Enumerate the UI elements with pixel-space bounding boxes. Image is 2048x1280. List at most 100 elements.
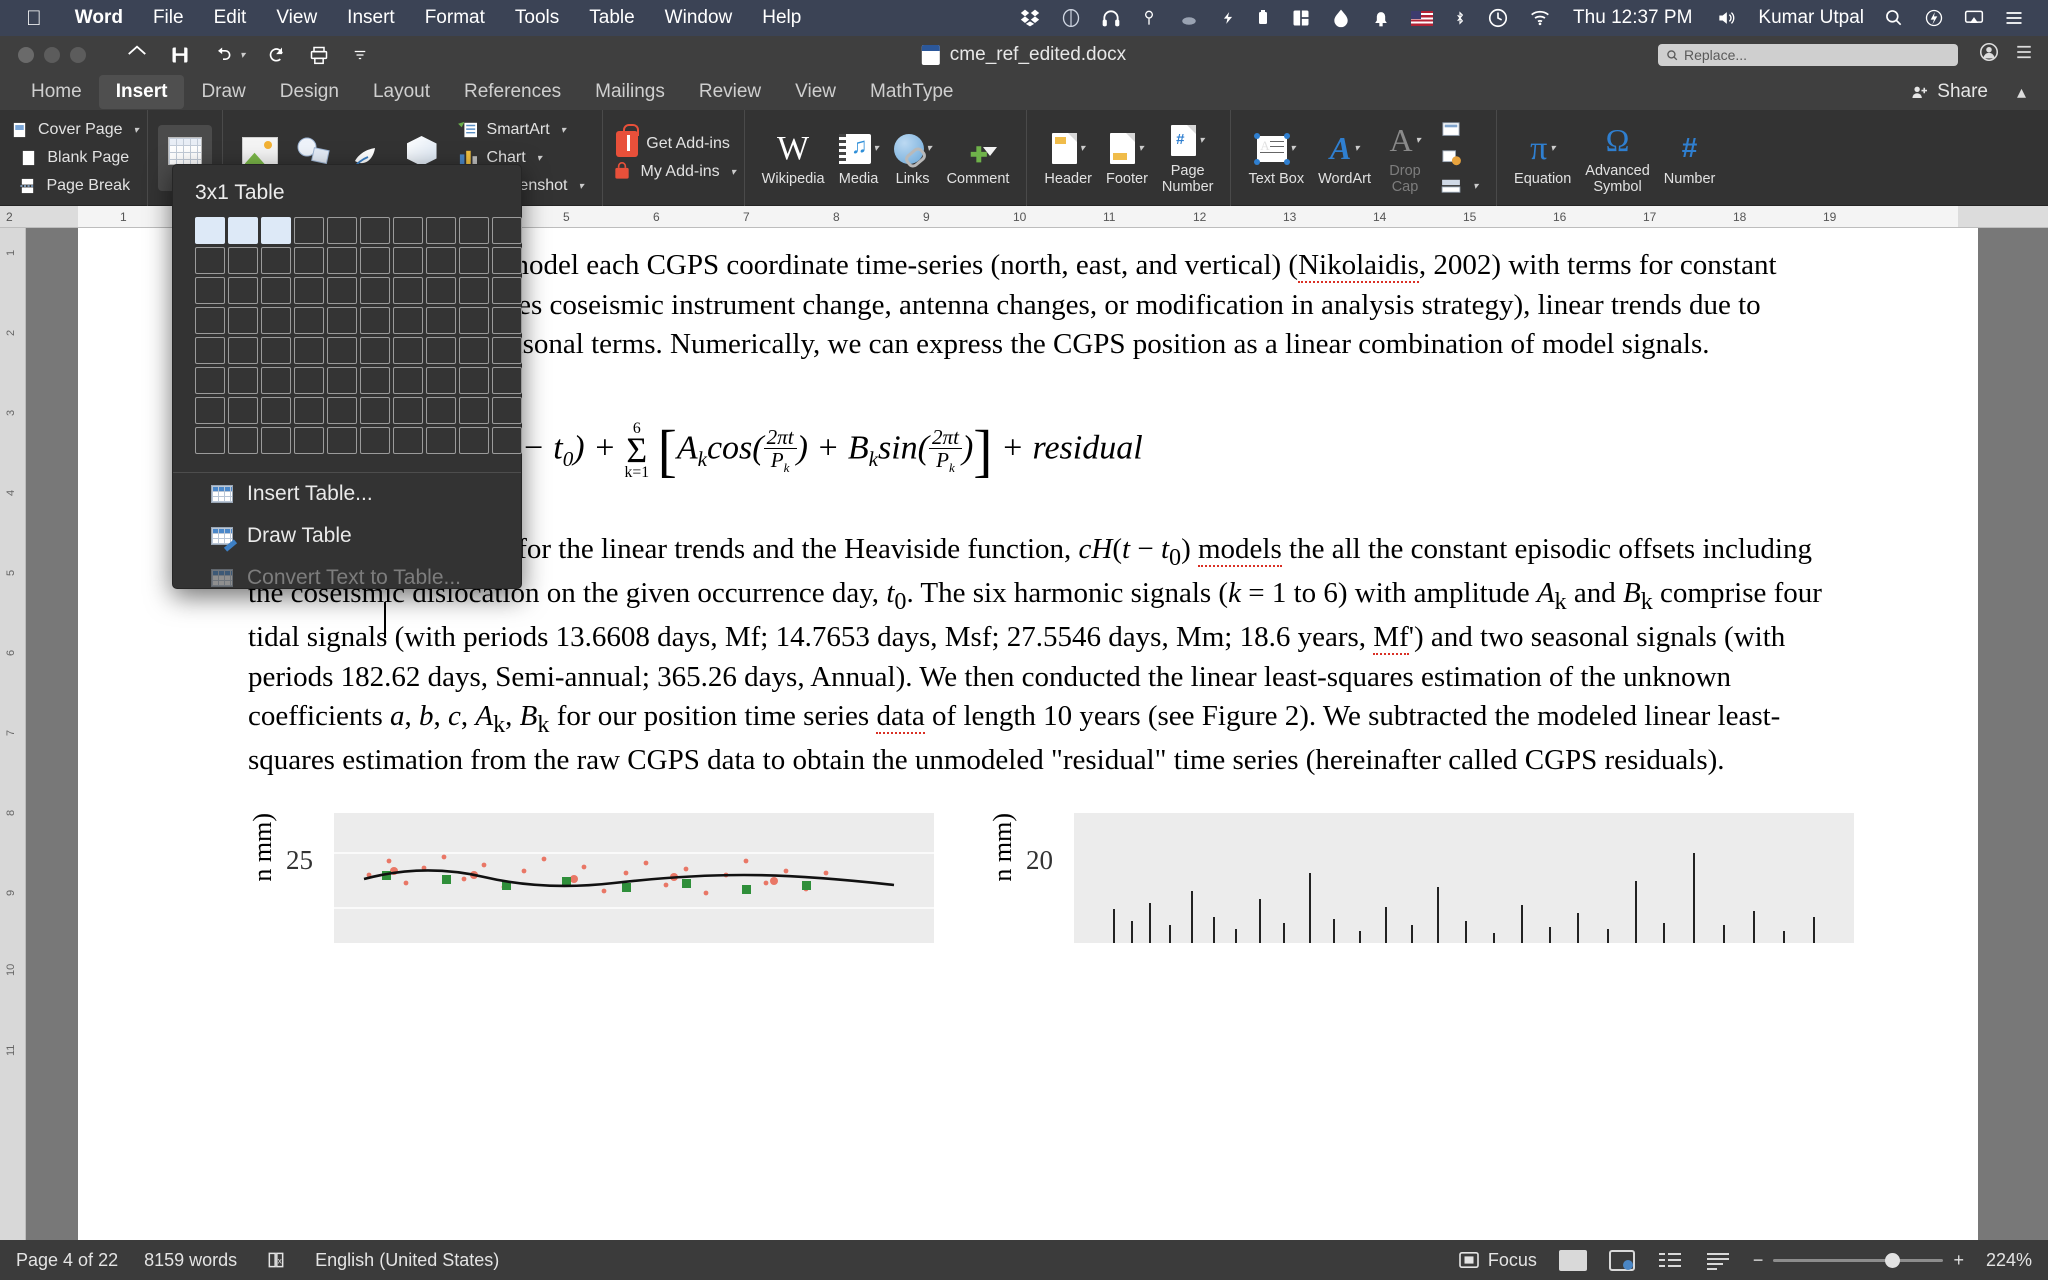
grid-cell[interactable]: [327, 247, 357, 274]
zoom-track[interactable]: [1773, 1252, 1944, 1268]
tab-layout[interactable]: Layout: [356, 75, 447, 109]
grid-cell[interactable]: [261, 307, 291, 334]
grid-cell[interactable]: [261, 367, 291, 394]
macmenu-item-view[interactable]: View: [261, 7, 332, 29]
tab-view[interactable]: View: [778, 75, 853, 109]
grid-cell[interactable]: [327, 337, 357, 364]
grid-cell[interactable]: [228, 427, 258, 454]
footer-button[interactable]: ▾ Footer: [1099, 123, 1155, 194]
tab-home[interactable]: Home: [14, 75, 99, 109]
battery-icon[interactable]: [1245, 0, 1281, 36]
draw-table-menu-item[interactable]: Draw Table: [173, 515, 521, 557]
links-button[interactable]: ▾ Links: [886, 123, 940, 194]
grid-cell[interactable]: [228, 337, 258, 364]
grid-cell[interactable]: [459, 397, 489, 424]
outline-icon[interactable]: [1657, 1250, 1683, 1270]
grid-cell[interactable]: [360, 307, 390, 334]
tab-references[interactable]: References: [447, 75, 578, 109]
grid-cell[interactable]: [294, 367, 324, 394]
volume-icon[interactable]: [1704, 0, 1748, 36]
grid-cell[interactable]: [426, 367, 456, 394]
cloud-icon[interactable]: [1167, 0, 1211, 36]
grid-cell[interactable]: [261, 277, 291, 304]
tab-mailings[interactable]: Mailings: [578, 75, 682, 109]
grid-cell[interactable]: [195, 367, 225, 394]
window-controls[interactable]: [0, 47, 86, 63]
macmenu-item-help[interactable]: Help: [747, 7, 816, 29]
grid-cell[interactable]: [459, 427, 489, 454]
grid-cell[interactable]: [393, 397, 423, 424]
text-box-button[interactable]: A ▾ Text Box: [1241, 123, 1311, 194]
cover-page-button[interactable]: Cover Page ▾: [8, 120, 139, 140]
macmenu-item-window[interactable]: Window: [650, 7, 748, 29]
airplay-icon[interactable]: [1954, 0, 1994, 36]
grid-cell[interactable]: [294, 337, 324, 364]
grid-cell[interactable]: [492, 217, 522, 244]
grid-cell[interactable]: [393, 217, 423, 244]
grid-cell[interactable]: [459, 367, 489, 394]
grid-cell[interactable]: [492, 367, 522, 394]
get-addins-button[interactable]: Get Add-ins: [616, 124, 730, 157]
page-break-button[interactable]: Page Break: [16, 176, 130, 196]
grid-cell[interactable]: [426, 337, 456, 364]
tab-insert[interactable]: Insert: [98, 75, 185, 109]
apple-logo-icon[interactable]: : [14, 8, 60, 29]
grid-cell[interactable]: [459, 337, 489, 364]
share-button[interactable]: Share: [1909, 81, 1988, 103]
my-addins-button[interactable]: My Add-ins ▾: [611, 162, 736, 182]
zoom-button[interactable]: [70, 47, 86, 63]
grid-cell[interactable]: [492, 307, 522, 334]
proofing-icon[interactable]: x: [263, 1250, 289, 1270]
grid-icon[interactable]: [1281, 0, 1321, 36]
grid-cell[interactable]: [294, 427, 324, 454]
grid-cell[interactable]: [195, 277, 225, 304]
blank-page-button[interactable]: Blank Page: [17, 148, 129, 168]
grid-cell[interactable]: [459, 277, 489, 304]
chevron-down-icon[interactable]: ▾: [578, 181, 583, 192]
bluetooth-icon[interactable]: [1443, 0, 1477, 36]
grid-cell[interactable]: [360, 337, 390, 364]
grid-cell[interactable]: [228, 277, 258, 304]
grid-cell[interactable]: [360, 367, 390, 394]
grid-cell[interactable]: [360, 277, 390, 304]
grid-cell[interactable]: [294, 397, 324, 424]
grid-cell[interactable]: [426, 307, 456, 334]
grid-cell[interactable]: [261, 337, 291, 364]
drop-cap-button[interactable]: A ▾ Drop Cap: [1378, 115, 1432, 202]
chevron-down-icon[interactable]: ▾: [1473, 181, 1478, 192]
grid-cell[interactable]: [393, 367, 423, 394]
flash-icon[interactable]: [1914, 0, 1954, 36]
grid-cell[interactable]: [426, 277, 456, 304]
grid-cell[interactable]: [327, 367, 357, 394]
bell-icon[interactable]: [1361, 0, 1401, 36]
grid-cell[interactable]: [360, 397, 390, 424]
zoom-in-button[interactable]: +: [1953, 1250, 1964, 1271]
chevron-down-icon[interactable]: ▾: [731, 167, 736, 178]
close-button[interactable]: [18, 47, 34, 63]
grid-cell[interactable]: [393, 337, 423, 364]
tab-design[interactable]: Design: [263, 75, 356, 109]
grid-cell[interactable]: [228, 397, 258, 424]
wikipedia-button[interactable]: W Wikipedia: [755, 123, 832, 194]
grid-cell[interactable]: [459, 247, 489, 274]
zoom-knob[interactable]: [1885, 1252, 1901, 1268]
header-button[interactable]: ▾ Header: [1037, 123, 1099, 194]
undo-icon[interactable]: ▾: [212, 45, 245, 65]
zoom-slider[interactable]: − +: [1753, 1250, 1964, 1271]
figure-right[interactable]: n mm) 20: [988, 813, 1888, 944]
grid-cell[interactable]: [294, 217, 324, 244]
grid-cell[interactable]: [426, 397, 456, 424]
grid-cell[interactable]: [261, 397, 291, 424]
smartart-button[interactable]: SmartArt ▾: [457, 120, 584, 140]
account-icon[interactable]: [1978, 41, 2000, 69]
home-icon[interactable]: [126, 44, 148, 66]
grid-cell[interactable]: [261, 247, 291, 274]
grid-cell[interactable]: [327, 397, 357, 424]
chevron-down-icon[interactable]: ▾: [134, 125, 139, 136]
grid-cell[interactable]: [360, 427, 390, 454]
language-indicator[interactable]: English (United States): [315, 1250, 499, 1271]
bolt-icon[interactable]: [1211, 0, 1245, 36]
grid-cell[interactable]: [228, 217, 258, 244]
page-number-button[interactable]: # ▾ Page Number: [1155, 115, 1221, 202]
zoom-level[interactable]: 224%: [1986, 1250, 2032, 1271]
